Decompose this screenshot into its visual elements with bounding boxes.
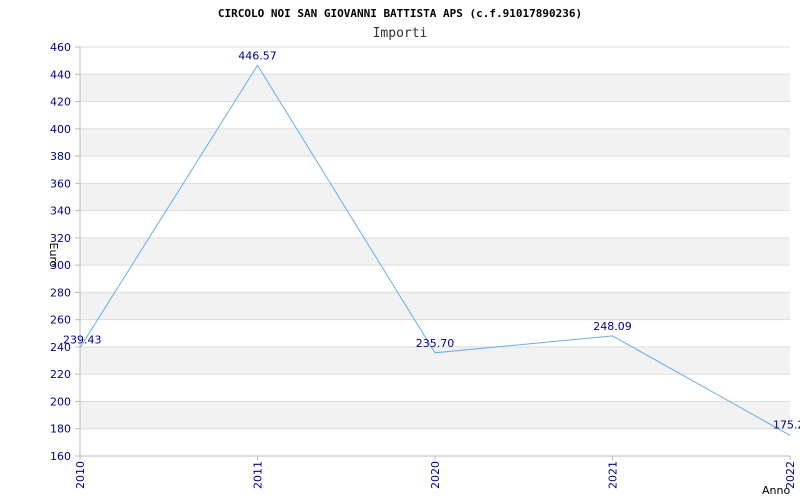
y-axis-label: Euro	[47, 243, 60, 268]
grid-band	[80, 101, 790, 129]
data-label: 175.21	[773, 418, 800, 431]
grid-band	[80, 265, 790, 293]
y-tick-label: 280	[50, 286, 71, 299]
y-tick-label: 200	[50, 395, 71, 408]
grid-band	[80, 156, 790, 184]
grid-band	[80, 210, 790, 238]
y-tick-label: 220	[50, 368, 71, 381]
data-label: 239.43	[63, 334, 102, 347]
y-tick-label: 340	[50, 205, 71, 218]
grid-band	[80, 346, 790, 375]
grid-band	[80, 374, 790, 402]
chart-title: CIRCOLO NOI SAN GIOVANNI BATTISTA APS (c…	[218, 7, 582, 20]
x-tick-label: 2021	[607, 461, 620, 489]
y-tick-label: 400	[50, 123, 71, 136]
data-label: 235.70	[416, 337, 455, 350]
x-tick-label: 2020	[429, 461, 442, 489]
line-chart: CIRCOLO NOI SAN GIOVANNI BATTISTA APS (c…	[47, 7, 800, 497]
y-tick-label: 180	[50, 423, 71, 436]
x-tick-label: 2010	[74, 461, 87, 489]
x-tick-label: 2011	[252, 461, 265, 489]
grid-band	[80, 292, 790, 320]
data-label: 446.57	[238, 49, 277, 62]
y-tick-label: 440	[50, 68, 71, 81]
x-tick-labels: 2010 2011 2020 2021 2022	[74, 456, 797, 489]
y-tick-label: 360	[50, 177, 71, 190]
grid-band	[80, 128, 790, 157]
y-tick-label: 380	[50, 150, 71, 163]
grid-band	[80, 183, 790, 211]
y-tick-label: 260	[50, 314, 71, 327]
chart-subtitle: Importi	[373, 26, 428, 41]
data-label: 248.09	[593, 320, 632, 333]
grid-band	[80, 74, 790, 102]
grid-band	[80, 47, 790, 75]
y-tick-label: 460	[50, 41, 71, 54]
grid-band	[80, 237, 790, 266]
x-axis-label: Anno	[762, 484, 790, 497]
grid-bands	[80, 47, 790, 456]
y-tick-label: 420	[50, 96, 71, 109]
grid-band	[80, 401, 790, 429]
grid-band	[80, 428, 790, 456]
y-tick-label: 160	[50, 450, 71, 463]
